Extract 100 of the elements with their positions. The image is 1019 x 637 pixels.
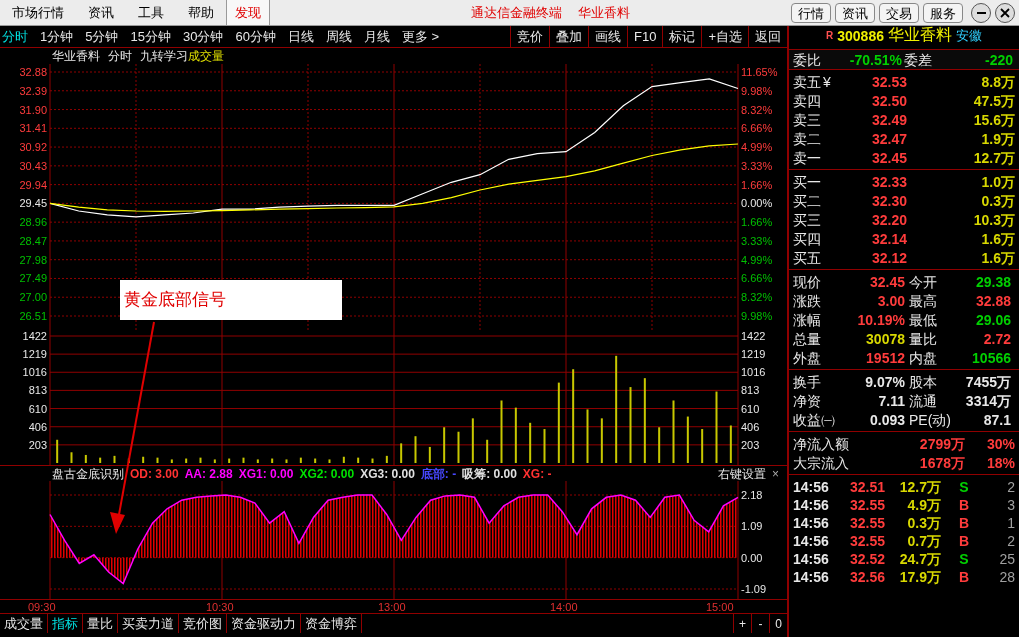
axis-label: 11.65%	[741, 66, 778, 78]
quote-value: 29.06	[974, 311, 1012, 330]
chart-title: 九转学习	[140, 48, 188, 65]
quote-label: 涨幅	[793, 311, 822, 330]
trade-price: 32.55	[848, 532, 885, 551]
axis-label: -1.09	[741, 583, 767, 595]
axis-label: 4.99%	[741, 141, 773, 154]
axis-label: 1422	[741, 330, 766, 342]
axis-label: 1016	[22, 366, 47, 379]
order-level-label: 买四	[793, 230, 821, 249]
stock-name: 华业香料	[887, 26, 952, 45]
trade-side: B	[957, 514, 971, 533]
axis-label: 203	[28, 438, 47, 451]
quote-label: 最高	[909, 292, 938, 311]
flow-label: 大宗流入	[793, 454, 850, 473]
axis-label: 406	[741, 420, 760, 433]
quote-label: PE(动)	[909, 411, 952, 430]
order-price: 32.14	[870, 230, 907, 249]
trade-price: 32.56	[848, 568, 885, 587]
quote-label: 最低	[909, 311, 938, 330]
order-price: 32.12	[870, 249, 907, 268]
quote-label: 今开	[909, 273, 938, 292]
quote-value: 2.72	[982, 330, 1012, 349]
axis-label: 1.66%	[741, 216, 773, 229]
quote-value: -220	[983, 51, 1014, 70]
axis-label: 9.98%	[741, 310, 773, 322]
region-label: 安徽	[955, 27, 982, 45]
axis-label: 30.92	[19, 141, 47, 154]
quote-label: 收益㈠	[793, 411, 836, 430]
trade-time: 14:56	[793, 514, 830, 533]
order-level-label: 卖一	[793, 149, 821, 168]
indicator-value: XG: -	[522, 465, 552, 483]
axis-label: 813	[741, 384, 760, 397]
market-flag-label: R	[826, 29, 834, 43]
axis-label: 3.33%	[741, 159, 773, 172]
quote-value: 10566	[971, 349, 1012, 368]
quote-value: 19512	[865, 349, 906, 368]
trade-time: 14:56	[793, 478, 830, 497]
quote-value: 10.19%	[856, 311, 906, 330]
axis-label: 28.96	[19, 216, 47, 229]
trade-time: 14:56	[793, 532, 830, 551]
trade-count: 2	[1006, 478, 1015, 497]
order-price: 32.53	[870, 73, 907, 92]
quote-label: 涨跌	[793, 292, 822, 311]
currency-mark: ¥	[823, 73, 831, 92]
order-level-label: 卖四	[793, 92, 821, 111]
axis-label: 8.32%	[741, 103, 773, 116]
order-price: 32.49	[870, 111, 907, 130]
order-volume: 10.3万	[972, 211, 1015, 230]
axis-label: 0.00	[741, 551, 763, 564]
axis-label: 406	[28, 420, 47, 433]
axis-label: 4.99%	[741, 253, 773, 266]
flow-share: 30%	[985, 435, 1015, 454]
flow-label: 净流入额	[793, 435, 850, 454]
axis-label: 1219	[22, 348, 47, 361]
indicator-name: 成交量	[188, 48, 224, 65]
order-price: 32.33	[870, 173, 907, 192]
trade-time: 14:56	[793, 550, 830, 569]
quote-value: 3314万	[964, 392, 1012, 411]
order-price: 32.47	[870, 130, 907, 149]
axis-label: 8.32%	[741, 291, 773, 304]
quote-value: 3.00	[876, 292, 906, 311]
stock-code: 300886	[837, 27, 884, 46]
trade-price: 32.51	[848, 478, 885, 497]
time-label: 09:30	[28, 600, 56, 615]
axis-label: 27.00	[19, 291, 47, 304]
trade-price: 32.55	[848, 496, 885, 515]
indicator-value: XG2: 0.00	[299, 465, 355, 483]
order-volume: 1.9万	[980, 130, 1015, 149]
quote-label: 流通	[909, 392, 938, 411]
trade-price: 32.52	[848, 550, 885, 569]
time-label: 15:00	[706, 600, 734, 615]
indicator-value: 底部: -	[420, 465, 457, 483]
indicator-value: XG3: 0.00	[360, 465, 415, 483]
axis-label: 1422	[22, 330, 47, 342]
trade-count: 3	[1006, 496, 1015, 515]
trade-side: B	[957, 532, 971, 551]
axis-label: 1.66%	[741, 178, 773, 191]
axis-label: 203	[741, 438, 760, 451]
quote-label: 内盘	[909, 349, 938, 368]
axis-label: 29.45	[19, 197, 47, 210]
quote-value: 30078	[865, 330, 906, 349]
axis-label: 1016	[741, 366, 766, 379]
order-level-label: 买三	[793, 211, 821, 230]
axis-label: 1.09	[741, 520, 763, 533]
order-volume: 1.0万	[980, 173, 1015, 192]
order-level-label: 卖三	[793, 111, 821, 130]
indicator-value: XG1: 0.00	[238, 465, 294, 483]
trade-volume: 0.3万	[906, 514, 941, 533]
axis-label: 610	[741, 402, 760, 415]
axis-label: 27.49	[19, 272, 47, 285]
axis-label: 27.98	[19, 253, 47, 266]
quote-value: -70.51%	[848, 51, 903, 70]
window-title: 华业香料	[578, 3, 630, 22]
trade-time: 14:56	[793, 568, 830, 587]
axis-label: 2.18	[741, 489, 763, 501]
quote-label: 委差	[904, 51, 933, 70]
quote-label: 委比	[793, 51, 822, 70]
order-level-label: 买五	[793, 249, 821, 268]
axis-label: 30.43	[19, 159, 47, 172]
